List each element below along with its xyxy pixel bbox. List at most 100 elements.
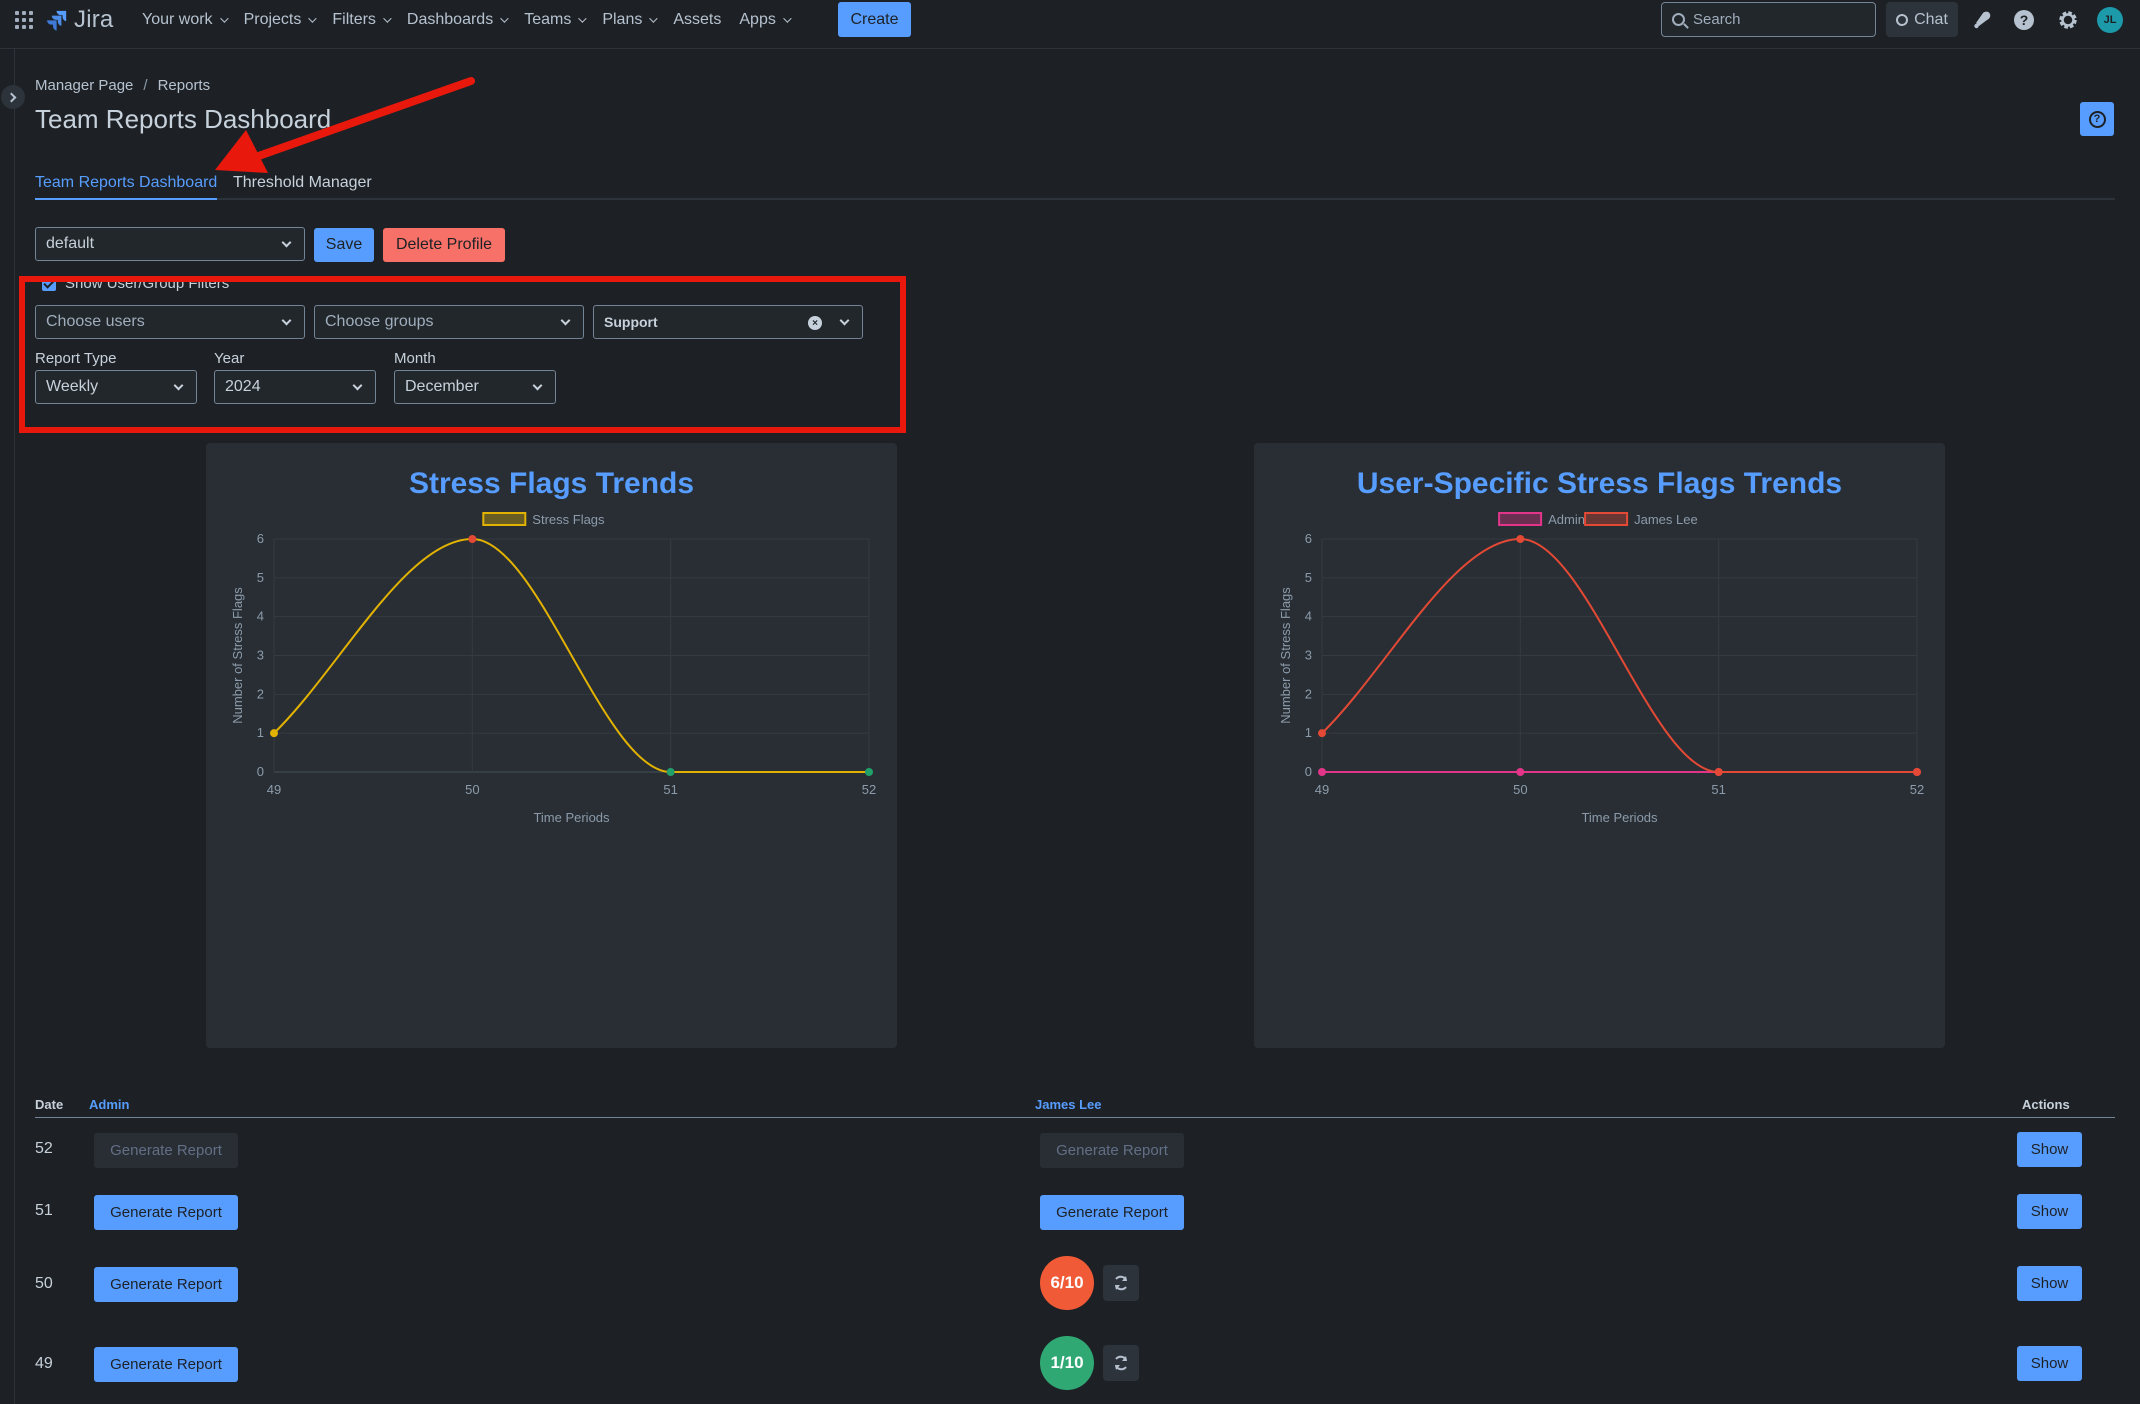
year-select[interactable]: 2024 <box>214 370 376 404</box>
save-button[interactable]: Save <box>314 228 374 262</box>
user-specific-stress-flags-card: User-Specific Stress Flags Trends 012345… <box>1254 443 1945 1048</box>
show-button[interactable]: Show <box>2017 1132 2082 1167</box>
y-tick-label: 0 <box>257 764 264 779</box>
score-badge[interactable]: 6/10 <box>1040 1256 1094 1310</box>
x-tick-label: 52 <box>862 782 876 797</box>
nav-item-plans[interactable]: Plans <box>602 11 659 29</box>
y-tick-label: 6 <box>257 531 264 546</box>
table-header-admin[interactable]: Admin <box>89 1097 129 1112</box>
avatar[interactable]: JL <box>2097 7 2123 33</box>
generate-report-button-admin[interactable]: Generate Report <box>94 1133 238 1168</box>
generate-report-button-james-lee[interactable]: Generate Report <box>1040 1133 1184 1168</box>
chevron-down-icon <box>649 14 659 23</box>
y-tick-label: 1 <box>1305 725 1312 740</box>
selected-group-select[interactable]: Support × <box>593 305 863 339</box>
chevron-down-icon <box>839 315 850 326</box>
legend-swatch[interactable] <box>1584 512 1629 526</box>
nav-item-label: Plans <box>602 11 643 28</box>
chevron-down-icon <box>500 14 509 23</box>
x-axis-label: Time Periods <box>1581 810 1658 825</box>
question-icon: ? <box>2088 110 2106 128</box>
generate-report-button-admin[interactable]: Generate Report <box>94 1195 238 1230</box>
report-type-select[interactable]: Weekly <box>35 370 197 404</box>
legend-label[interactable]: Admin <box>1548 512 1585 527</box>
chevron-down-icon <box>783 14 792 23</box>
data-point[interactable] <box>1318 729 1326 738</box>
refresh-button[interactable] <box>1103 1345 1139 1381</box>
search-input[interactable]: Search <box>1661 2 1876 37</box>
generate-report-button-james-lee[interactable]: Generate Report <box>1040 1195 1184 1230</box>
apps-grid-icon[interactable] <box>14 10 34 30</box>
table-header-date: Date <box>35 1097 64 1112</box>
year-value: 2024 <box>225 378 261 395</box>
breadcrumb-separator: / <box>143 77 148 94</box>
nav-item-label: Apps <box>739 11 776 28</box>
score-badge[interactable]: 1/10 <box>1040 1336 1094 1390</box>
data-point[interactable] <box>1913 768 1921 776</box>
legend-label[interactable]: James Lee <box>1634 512 1698 527</box>
month-select[interactable]: December <box>394 370 556 404</box>
nav-item-projects[interactable]: Projects <box>244 11 318 29</box>
data-point[interactable] <box>865 768 873 776</box>
profile-select[interactable]: default <box>35 227 305 261</box>
nav-item-your-work[interactable]: Your work <box>142 11 229 29</box>
nav-item-assets[interactable]: Assets <box>673 11 721 29</box>
data-point[interactable] <box>468 535 477 543</box>
chevron-down-icon <box>352 380 363 391</box>
data-point[interactable] <box>270 729 278 738</box>
legend-swatch[interactable] <box>482 512 527 526</box>
chevron-down-icon <box>532 380 543 391</box>
chevron-down-icon <box>281 237 292 248</box>
y-tick-label: 4 <box>257 609 264 624</box>
data-point[interactable] <box>1714 768 1723 776</box>
jira-logo[interactable]: Jira <box>46 6 113 34</box>
y-tick-label: 5 <box>257 570 264 585</box>
chat-button[interactable]: Chat <box>1886 2 1958 37</box>
nav-item-dashboards[interactable]: Dashboards <box>407 11 509 29</box>
row-date: 50 <box>35 1275 53 1292</box>
tab-team-reports-dashboard[interactable]: Team Reports Dashboard <box>35 174 218 200</box>
collapsed-sidebar <box>0 49 15 1404</box>
nav-item-filters[interactable]: Filters <box>332 11 392 29</box>
notifications-icon[interactable] <box>1970 8 1994 32</box>
legend-swatch[interactable] <box>1498 512 1543 526</box>
nav-item-apps[interactable]: Apps <box>739 11 792 29</box>
search-placeholder: Search <box>1693 11 1741 28</box>
show-button[interactable]: Show <box>2017 1266 2082 1301</box>
nav-item-teams[interactable]: Teams <box>524 11 587 29</box>
show-button[interactable]: Show <box>2017 1346 2082 1381</box>
data-point[interactable] <box>1318 768 1326 776</box>
x-tick-label: 49 <box>1315 782 1329 797</box>
nav-menu: Your work Projects Filters Dashboards Teams P… <box>142 9 807 31</box>
show-button[interactable]: Show <box>2017 1194 2082 1229</box>
breadcrumb: Manager Page / Reports <box>35 77 210 94</box>
page-help-button[interactable]: ? <box>2080 102 2114 136</box>
y-tick-label: 4 <box>1305 609 1312 624</box>
expand-sidebar-button[interactable] <box>1 85 25 109</box>
nav-item-label: Assets <box>673 11 722 28</box>
clear-icon[interactable]: × <box>808 316 822 330</box>
data-point[interactable] <box>1516 535 1525 543</box>
y-tick-label: 0 <box>1305 764 1312 779</box>
x-tick-label: 50 <box>465 782 479 797</box>
table-header-james-lee[interactable]: James Lee <box>1035 1097 1102 1112</box>
y-tick-label: 3 <box>257 648 264 663</box>
annotation-highlight-box <box>19 276 906 433</box>
groups-select[interactable]: Choose groups <box>314 305 584 339</box>
delete-profile-button[interactable]: Delete Profile <box>383 228 505 262</box>
users-select[interactable]: Choose users <box>35 305 305 339</box>
data-point[interactable] <box>1516 768 1525 776</box>
y-tick-label: 3 <box>1305 648 1312 663</box>
legend-label[interactable]: Stress Flags <box>532 512 605 527</box>
help-icon[interactable]: ? <box>2012 8 2036 32</box>
settings-icon[interactable] <box>2056 8 2080 32</box>
create-button[interactable]: Create <box>838 2 911 37</box>
refresh-button[interactable] <box>1103 1265 1139 1301</box>
generate-report-button-admin[interactable]: Generate Report <box>94 1347 238 1382</box>
generate-report-button-admin[interactable]: Generate Report <box>94 1267 238 1302</box>
breadcrumb-manager-page[interactable]: Manager Page <box>35 77 133 94</box>
year-label: Year <box>214 350 245 367</box>
nav-item-label: Teams <box>524 11 572 28</box>
data-point[interactable] <box>666 768 675 776</box>
row-date: 51 <box>35 1202 53 1219</box>
